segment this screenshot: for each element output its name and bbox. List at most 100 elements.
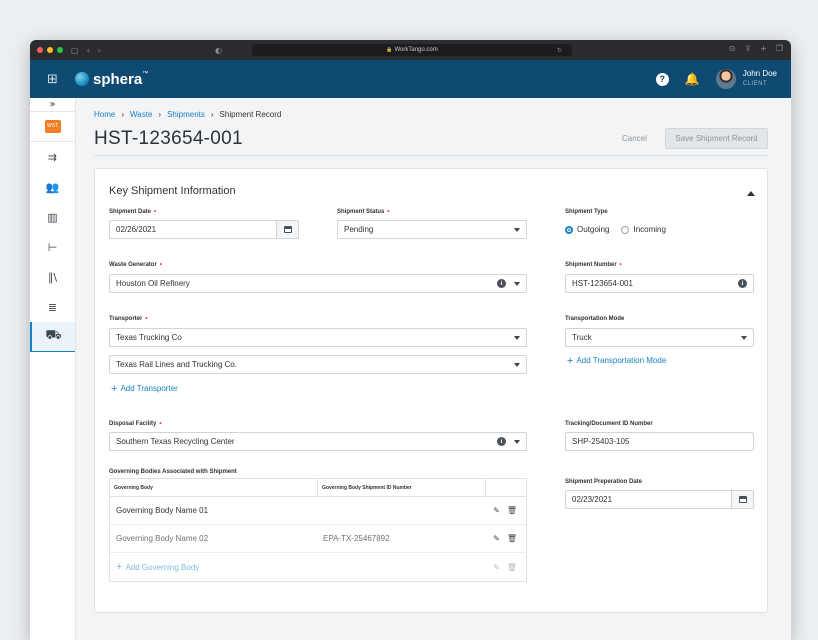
info-icon[interactable]: i [738, 279, 747, 288]
transporter-select-1[interactable]: Texas Trucking Co [109, 328, 527, 347]
sidebar-toggle-icon[interactable]: ▢ [71, 46, 79, 55]
user-info: John Doe CLIENT [743, 69, 777, 89]
maximize-window-button[interactable] [57, 47, 63, 53]
truck-icon: ⛟ [45, 328, 62, 343]
sidebar-item-hierarchy[interactable]: ⊢ [30, 232, 75, 262]
waste-generator-select[interactable]: Houston Oil Refinery i [109, 274, 527, 293]
breadcrumb-waste[interactable]: Waste [130, 110, 152, 119]
shipment-date-field[interactable]: 02/26/2021 [109, 220, 299, 239]
transporter-value-2: Texas Rail Lines and Trucking Co. [116, 360, 237, 369]
collapse-icon[interactable] [747, 191, 755, 196]
plus-icon: + [116, 561, 123, 573]
shipment-date-value: 02/26/2021 [116, 225, 157, 234]
minimize-window-button[interactable] [47, 47, 53, 53]
add-transporter-link[interactable]: + Add Transporter [111, 383, 178, 394]
shipment-status-select[interactable]: Pending [337, 220, 527, 239]
calendar-icon [283, 226, 292, 233]
chevron-down-icon [514, 336, 520, 340]
share-icon[interactable]: ⇪ [744, 44, 751, 53]
key-shipment-card: Key Shipment Information Shipment Date • … [94, 168, 768, 613]
expand-sidebar-icon[interactable]: » [30, 98, 75, 112]
shipment-number-field[interactable]: HST-123654-001 i [565, 274, 754, 293]
tracking-id-label: Tracking/Document ID Number [565, 421, 653, 427]
col-actions [486, 479, 526, 496]
address-bar[interactable]: 🔒 WorkTango.com ↻ [252, 44, 572, 56]
sidebar-item-list[interactable]: ≣ [30, 292, 75, 322]
shipment-date-label: Shipment Date • [109, 209, 157, 215]
shipment-status-label: Shipment Status • [337, 209, 390, 215]
row-actions: ✎ 🗑 [484, 534, 526, 543]
shield-icon[interactable]: ◐ [215, 46, 222, 55]
save-button[interactable]: Save Shipment Record [665, 128, 768, 149]
breadcrumb-shipments[interactable]: Shipments [167, 110, 205, 119]
browser-window: ▢ ‹ › ◐ 🔒 WorkTango.com ↻ ⊙ ⇪ + ❐ ⊞ sphe… [30, 40, 791, 640]
chevron-down-icon [741, 336, 747, 340]
add-transportation-mode-link[interactable]: + Add Transportation Mode [567, 354, 666, 367]
radio-incoming-label: Incoming [633, 225, 666, 234]
table-header: Governing Body Governing Body Shipment I… [110, 479, 526, 497]
radio-outgoing[interactable]: Outgoing [565, 225, 609, 234]
reload-icon[interactable]: ↻ [557, 47, 562, 54]
trash-icon[interactable]: 🗑 [507, 534, 517, 543]
disposal-facility-label: Disposal Facility • [109, 421, 162, 427]
waste-generator-value: Houston Oil Refinery [116, 279, 190, 288]
governing-body-id: EPA-TX-25467892 [323, 534, 390, 543]
trash-icon[interactable]: 🗑 [507, 506, 517, 515]
shipment-number-value: HST-123654-001 [572, 279, 633, 288]
sidebar: » WST ⇉ 👥 ▥ ⊢ ∥\ ≣ ⛟ [30, 98, 76, 640]
prep-date-field[interactable]: 02/23/2021 [565, 490, 754, 509]
row-actions: ✎ 🗑 [484, 506, 526, 515]
tabs-icon[interactable]: ❐ [776, 44, 783, 53]
calendar-button[interactable] [731, 491, 753, 508]
logo-text: sphera™ [93, 70, 149, 88]
filters-icon: ⇉ [47, 150, 58, 164]
sidebar-badge-wst[interactable]: WST [44, 120, 61, 133]
hierarchy-icon: ⊢ [47, 240, 58, 254]
sidebar-item-shipments[interactable]: ⛟ [30, 322, 75, 352]
help-icon[interactable]: ? [655, 72, 669, 86]
add-governing-body-link[interactable]: + Add Governing Body [110, 561, 199, 573]
sidebar-item-filters[interactable]: ⇉ [30, 142, 75, 172]
info-icon[interactable]: i [497, 279, 506, 288]
disposal-facility-select[interactable]: Southern Texas Recycling Center i [109, 432, 527, 451]
app-grid-icon[interactable]: ⊞ [30, 72, 75, 87]
edit-icon: ✎ [493, 562, 500, 572]
transportation-mode-value: Truck [572, 333, 592, 342]
avatar[interactable] [715, 69, 736, 89]
back-icon[interactable]: ‹ [87, 46, 90, 55]
calendar-icon [738, 496, 747, 503]
edit-icon[interactable]: ✎ [493, 534, 500, 543]
breadcrumb-home[interactable]: Home [94, 110, 115, 119]
radio-unchecked-icon [621, 225, 630, 234]
download-icon[interactable]: ⊙ [729, 44, 736, 53]
disposal-facility-value: Southern Texas Recycling Center [116, 437, 235, 446]
sphera-logo[interactable]: sphera™ [75, 71, 148, 88]
app-header: ⊞ sphera™ ? 🔔 John Doe CLIENT [30, 60, 791, 98]
governing-body-name: Governing Body Name 02 [116, 534, 209, 543]
sidebar-item-users[interactable]: 👥 [30, 172, 75, 202]
trash-icon: 🗑 [506, 562, 517, 572]
col-governing-body: Governing Body [110, 479, 318, 496]
new-tab-icon[interactable]: + [760, 44, 767, 53]
prep-date-value: 02/23/2021 [572, 495, 613, 504]
cancel-button[interactable]: Cancel [622, 134, 647, 143]
chevron-right-icon: › [158, 110, 162, 119]
radio-incoming[interactable]: Incoming [621, 225, 666, 234]
sidebar-item-library[interactable]: ∥\ [30, 262, 75, 292]
calendar-button[interactable] [276, 221, 298, 238]
close-window-button[interactable] [37, 47, 43, 53]
transportation-mode-select[interactable]: Truck [565, 328, 754, 347]
bell-icon[interactable]: 🔔 [685, 72, 700, 86]
forward-icon[interactable]: › [98, 46, 101, 55]
user-menu[interactable]: John Doe CLIENT [715, 69, 777, 89]
shipment-type-radios: Outgoing Incoming [565, 225, 666, 234]
edit-icon[interactable]: ✎ [493, 506, 500, 515]
info-icon[interactable]: i [497, 437, 506, 446]
sidebar-item-reports[interactable]: ▥ [30, 202, 75, 232]
table-row: Governing Body Name 01 ✎ 🗑 [110, 497, 526, 525]
tracking-id-field[interactable]: SHP-25403-105 [565, 432, 754, 451]
add-transporter-label: Add Transporter [120, 384, 178, 393]
plus-icon: + [567, 354, 574, 367]
transporter-select-2[interactable]: Texas Rail Lines and Trucking Co. [109, 355, 527, 374]
user-name: John Doe [742, 69, 777, 78]
